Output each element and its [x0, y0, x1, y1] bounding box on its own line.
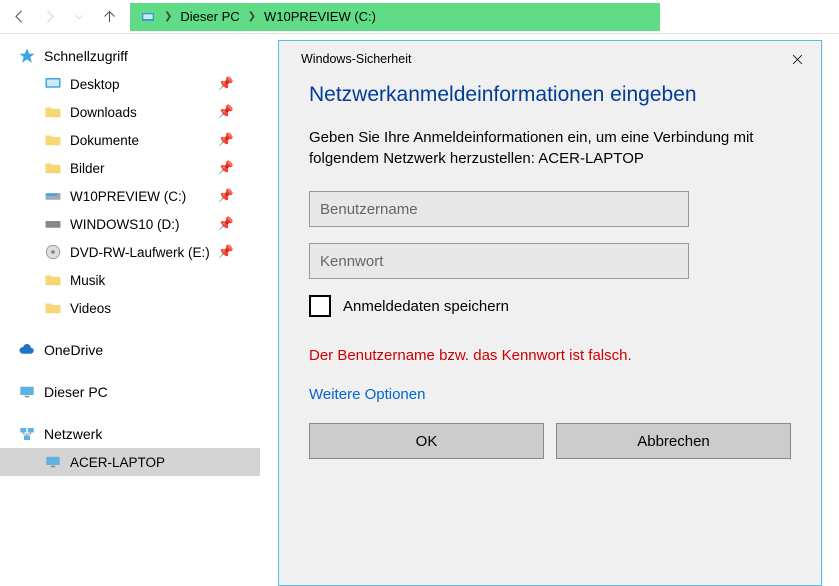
pin-icon: 📌	[218, 104, 260, 120]
folder-icon	[44, 103, 62, 121]
computer-icon	[44, 453, 62, 471]
onedrive-header[interactable]: OneDrive	[0, 336, 260, 364]
tree-item-drive-c[interactable]: W10PREVIEW (C:) 📌	[0, 182, 260, 210]
pin-icon: 📌	[218, 160, 260, 176]
error-message: Der Benutzername bzw. das Kennwort ist f…	[309, 347, 791, 364]
network-icon	[18, 425, 36, 443]
tree-item-network-computer[interactable]: ACER-LAPTOP	[0, 448, 260, 476]
address-bar-container: ❯ Dieser PC ❯ W10PREVIEW (C:)	[124, 0, 839, 33]
back-button[interactable]	[4, 2, 34, 32]
tree-item-music[interactable]: Musik	[0, 266, 260, 294]
recent-dropdown-icon[interactable]	[64, 2, 94, 32]
tree-label: Netzwerk	[44, 426, 102, 442]
tree-label: Schnellzugriff	[44, 48, 128, 64]
network-header[interactable]: Netzwerk	[0, 420, 260, 448]
remember-row: Anmeldedaten speichern	[309, 295, 791, 317]
tree-label: W10PREVIEW (C:)	[70, 189, 186, 204]
network-group: Netzwerk ACER-LAPTOP	[0, 420, 260, 476]
pin-icon: 📌	[218, 132, 260, 148]
computer-icon	[18, 383, 36, 401]
forward-button[interactable]	[34, 2, 64, 32]
thispc-header[interactable]: Dieser PC	[0, 378, 260, 406]
tree-label: ACER-LAPTOP	[70, 455, 165, 470]
tree-item-desktop[interactable]: Desktop 📌	[0, 70, 260, 98]
tree-label: Bilder	[70, 161, 105, 176]
remember-label: Anmeldedaten speichern	[343, 298, 509, 315]
chevron-right-icon: ❯	[162, 11, 174, 22]
dialog-body: Netzwerkanmeldeinformationen eingeben Ge…	[279, 83, 821, 459]
remember-checkbox[interactable]	[309, 295, 331, 317]
dialog-instruction: Geben Sie Ihre Anmeldeinformationen ein,…	[309, 127, 791, 169]
tree-label: Downloads	[70, 105, 137, 120]
tree-label: Videos	[70, 301, 111, 316]
drive-icon	[44, 215, 62, 233]
tree-item-dvd[interactable]: DVD-RW-Laufwerk (E:) 📌	[0, 238, 260, 266]
tree-item-videos[interactable]: Videos	[0, 294, 260, 322]
address-root-icon[interactable]	[134, 3, 162, 31]
explorer-topbar: ❯ Dieser PC ❯ W10PREVIEW (C:)	[0, 0, 839, 34]
nav-buttons	[0, 2, 124, 32]
breadcrumb-segment[interactable]: W10PREVIEW (C:)	[258, 3, 382, 31]
optical-drive-icon	[44, 243, 62, 261]
quick-access-header[interactable]: Schnellzugriff	[0, 42, 260, 70]
tree-item-documents[interactable]: Dokumente 📌	[0, 126, 260, 154]
tree-label: Desktop	[70, 77, 120, 92]
ok-button[interactable]: OK	[309, 423, 544, 459]
folder-tree: Schnellzugriff Desktop 📌 Downloads 📌 Dok…	[0, 34, 260, 586]
cancel-button[interactable]: Abbrechen	[556, 423, 791, 459]
credentials-dialog: Windows-Sicherheit Netzwerkanmeldeinform…	[278, 40, 822, 586]
desktop-icon	[44, 75, 62, 93]
tree-item-drive-d[interactable]: WINDOWS10 (D:) 📌	[0, 210, 260, 238]
tree-item-downloads[interactable]: Downloads 📌	[0, 98, 260, 126]
address-bar[interactable]: ❯ Dieser PC ❯ W10PREVIEW (C:)	[130, 3, 660, 31]
more-options-link[interactable]: Weitere Optionen	[309, 386, 791, 403]
dialog-buttons: OK Abbrechen	[309, 423, 791, 459]
drive-icon	[44, 187, 62, 205]
star-icon	[18, 47, 36, 65]
close-button[interactable]	[783, 45, 811, 73]
tree-label: WINDOWS10 (D:)	[70, 217, 180, 232]
tree-label: DVD-RW-Laufwerk (E:)	[70, 245, 210, 260]
tree-item-pictures[interactable]: Bilder 📌	[0, 154, 260, 182]
thispc-group: Dieser PC	[0, 378, 260, 406]
chevron-right-icon: ❯	[246, 11, 258, 22]
folder-icon	[44, 159, 62, 177]
pin-icon: 📌	[218, 216, 260, 232]
onedrive-group: OneDrive	[0, 336, 260, 364]
cloud-icon	[18, 341, 36, 359]
dialog-caption: Windows-Sicherheit	[289, 52, 783, 66]
dialog-titlebar: Windows-Sicherheit	[279, 41, 821, 77]
tree-label: Musik	[70, 273, 105, 288]
password-input[interactable]: Kennwort	[309, 243, 689, 279]
folder-icon	[44, 299, 62, 317]
username-input[interactable]: Benutzername	[309, 191, 689, 227]
folder-icon	[44, 271, 62, 289]
up-button[interactable]	[94, 2, 124, 32]
tree-label: Dieser PC	[44, 384, 108, 400]
pin-icon: 📌	[218, 76, 260, 92]
breadcrumb-segment[interactable]: Dieser PC	[174, 3, 245, 31]
pin-icon: 📌	[218, 188, 260, 204]
quick-access-group: Schnellzugriff Desktop 📌 Downloads 📌 Dok…	[0, 42, 260, 322]
tree-label: OneDrive	[44, 342, 103, 358]
folder-icon	[44, 131, 62, 149]
dialog-heading: Netzwerkanmeldeinformationen eingeben	[309, 83, 791, 107]
pin-icon: 📌	[218, 244, 260, 260]
tree-label: Dokumente	[70, 133, 139, 148]
